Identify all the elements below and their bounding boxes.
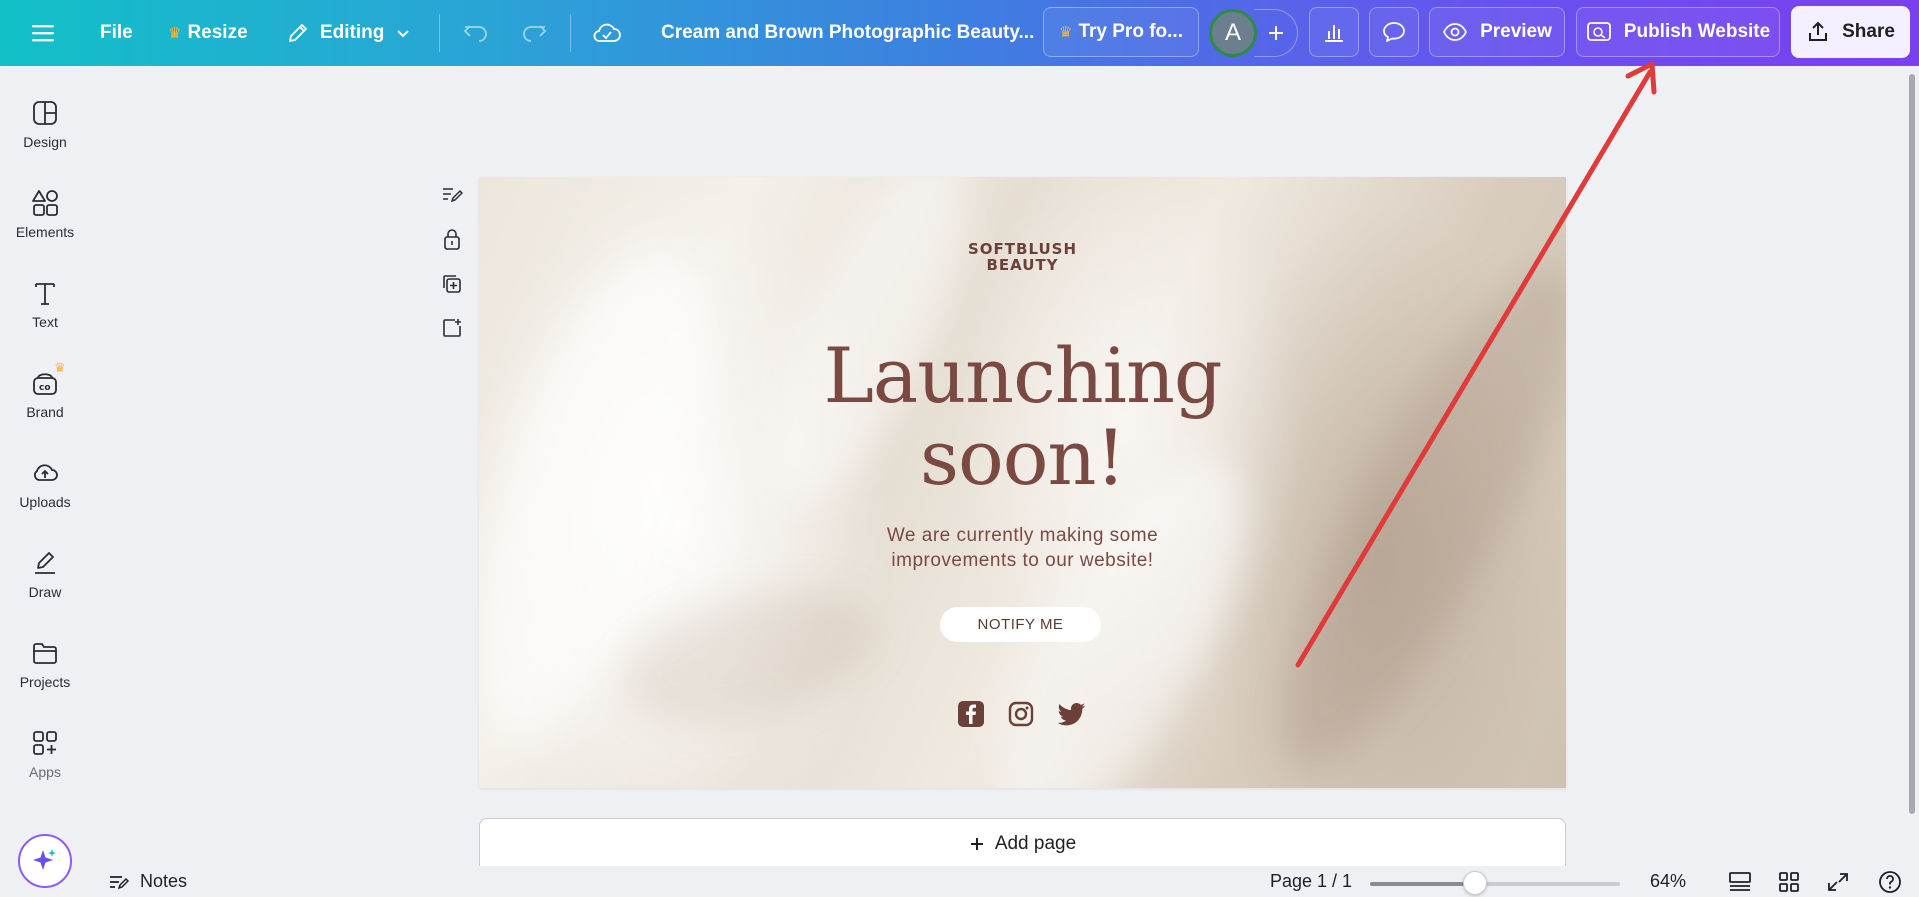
folder-icon (33, 643, 57, 664)
sparkle-icon (33, 849, 56, 870)
page-indicator[interactable]: Page 1 / 1 (1270, 866, 1352, 897)
try-pro-button[interactable]: ♛ Try Pro fo... (1043, 7, 1199, 57)
duplicate-page-icon[interactable] (437, 269, 467, 299)
page-view-icon[interactable] (1727, 866, 1753, 897)
file-menu-button[interactable]: File (100, 0, 133, 66)
sidebar-item-uploads[interactable]: Uploads (0, 444, 90, 524)
facebook-icon[interactable] (956, 699, 986, 729)
magic-assistant-button[interactable] (18, 834, 72, 888)
comment-button[interactable] (1369, 7, 1419, 57)
resize-button[interactable]: ♛ Resize (168, 0, 248, 66)
zoom-slider-track[interactable] (1370, 882, 1620, 886)
comment-icon (1383, 22, 1405, 42)
bar-chart-icon (1325, 25, 1343, 42)
document-title[interactable]: Cream and Brown Photographic Beauty... (661, 0, 1034, 66)
edit-notes-icon[interactable] (437, 180, 467, 210)
sidebar-item-brand[interactable]: co ♛ Brand (0, 354, 90, 434)
divider (570, 14, 571, 52)
instagram-icon[interactable] (1006, 699, 1036, 729)
headline[interactable]: Launching soon! (479, 335, 1566, 499)
pencil-icon (289, 24, 307, 42)
text-icon (35, 283, 55, 305)
zoom-level[interactable]: 64% (1650, 866, 1686, 897)
plus-icon (970, 838, 983, 850)
chevron-down-icon (397, 30, 410, 38)
sidebar-item-elements[interactable]: Elements (0, 174, 90, 254)
vertical-scrollbar[interactable] (1909, 74, 1915, 814)
cloud-upload-icon (34, 464, 58, 481)
cloud-saved-icon[interactable] (592, 0, 622, 66)
subheading[interactable]: We are currently making some improvement… (479, 523, 1566, 573)
shapes-icon (32, 190, 58, 216)
add-page-icon[interactable] (437, 313, 467, 343)
grid-view-icon[interactable] (1777, 866, 1801, 897)
apps-icon (33, 731, 57, 755)
notes-icon (110, 875, 130, 889)
preview-button[interactable]: Preview (1429, 7, 1565, 57)
insights-button[interactable] (1309, 7, 1359, 57)
design-canvas[interactable]: SOFTBLUSH BEAUTY Launching soon! We are … (479, 177, 1566, 788)
sidebar-item-apps[interactable]: Apps (0, 714, 90, 794)
add-collaborator-button[interactable] (1254, 9, 1298, 57)
lock-icon[interactable] (437, 224, 467, 254)
add-page-button[interactable]: Add page (479, 818, 1566, 868)
help-icon[interactable] (1877, 866, 1903, 897)
publish-website-button[interactable]: Publish Website (1576, 7, 1780, 57)
crown-icon: ♛ (168, 25, 182, 42)
share-icon (1809, 21, 1828, 41)
zoom-slider-thumb[interactable] (1463, 871, 1487, 895)
editing-mode-button[interactable]: Editing (286, 0, 412, 66)
sidebar-item-text[interactable]: Text (0, 264, 90, 344)
bottom-bar: Notes Page 1 / 1 64% (90, 866, 1919, 897)
svg-text:co: co (39, 383, 51, 393)
crown-icon: ♛ (54, 360, 66, 375)
divider (439, 14, 440, 52)
website-icon (1586, 22, 1611, 41)
pen-icon (35, 552, 55, 574)
menu-icon[interactable] (30, 0, 56, 66)
redo-icon[interactable] (520, 0, 548, 66)
brand-name[interactable]: SOFTBLUSH BEAUTY (479, 241, 1566, 273)
zoom-slider-fill (1370, 882, 1475, 886)
crown-icon: ♛ (1059, 24, 1073, 41)
sidebar-item-projects[interactable]: Projects (0, 624, 90, 704)
share-button[interactable]: Share (1791, 6, 1910, 58)
plus-icon (1268, 26, 1283, 40)
avatar[interactable]: A (1209, 9, 1257, 57)
eye-icon (1443, 23, 1468, 41)
sidebar-item-draw[interactable]: Draw (0, 534, 90, 614)
twitter-icon[interactable] (1057, 699, 1087, 729)
undo-icon[interactable] (462, 0, 490, 66)
top-toolbar: File ♛ Resize Editing Cream and Brown Pho… (0, 0, 1919, 66)
fabric-shadow (607, 565, 891, 749)
fullscreen-icon[interactable] (1826, 866, 1850, 897)
left-sidebar: Design Elements Text co ♛ Brand Uploads … (0, 66, 90, 897)
fabric-shadow (1235, 236, 1566, 788)
notes-button[interactable]: Notes (108, 866, 187, 897)
layout-icon (33, 101, 57, 125)
sidebar-item-design[interactable]: Design (0, 84, 90, 164)
notify-me-button[interactable]: NOTIFY ME (940, 607, 1101, 642)
